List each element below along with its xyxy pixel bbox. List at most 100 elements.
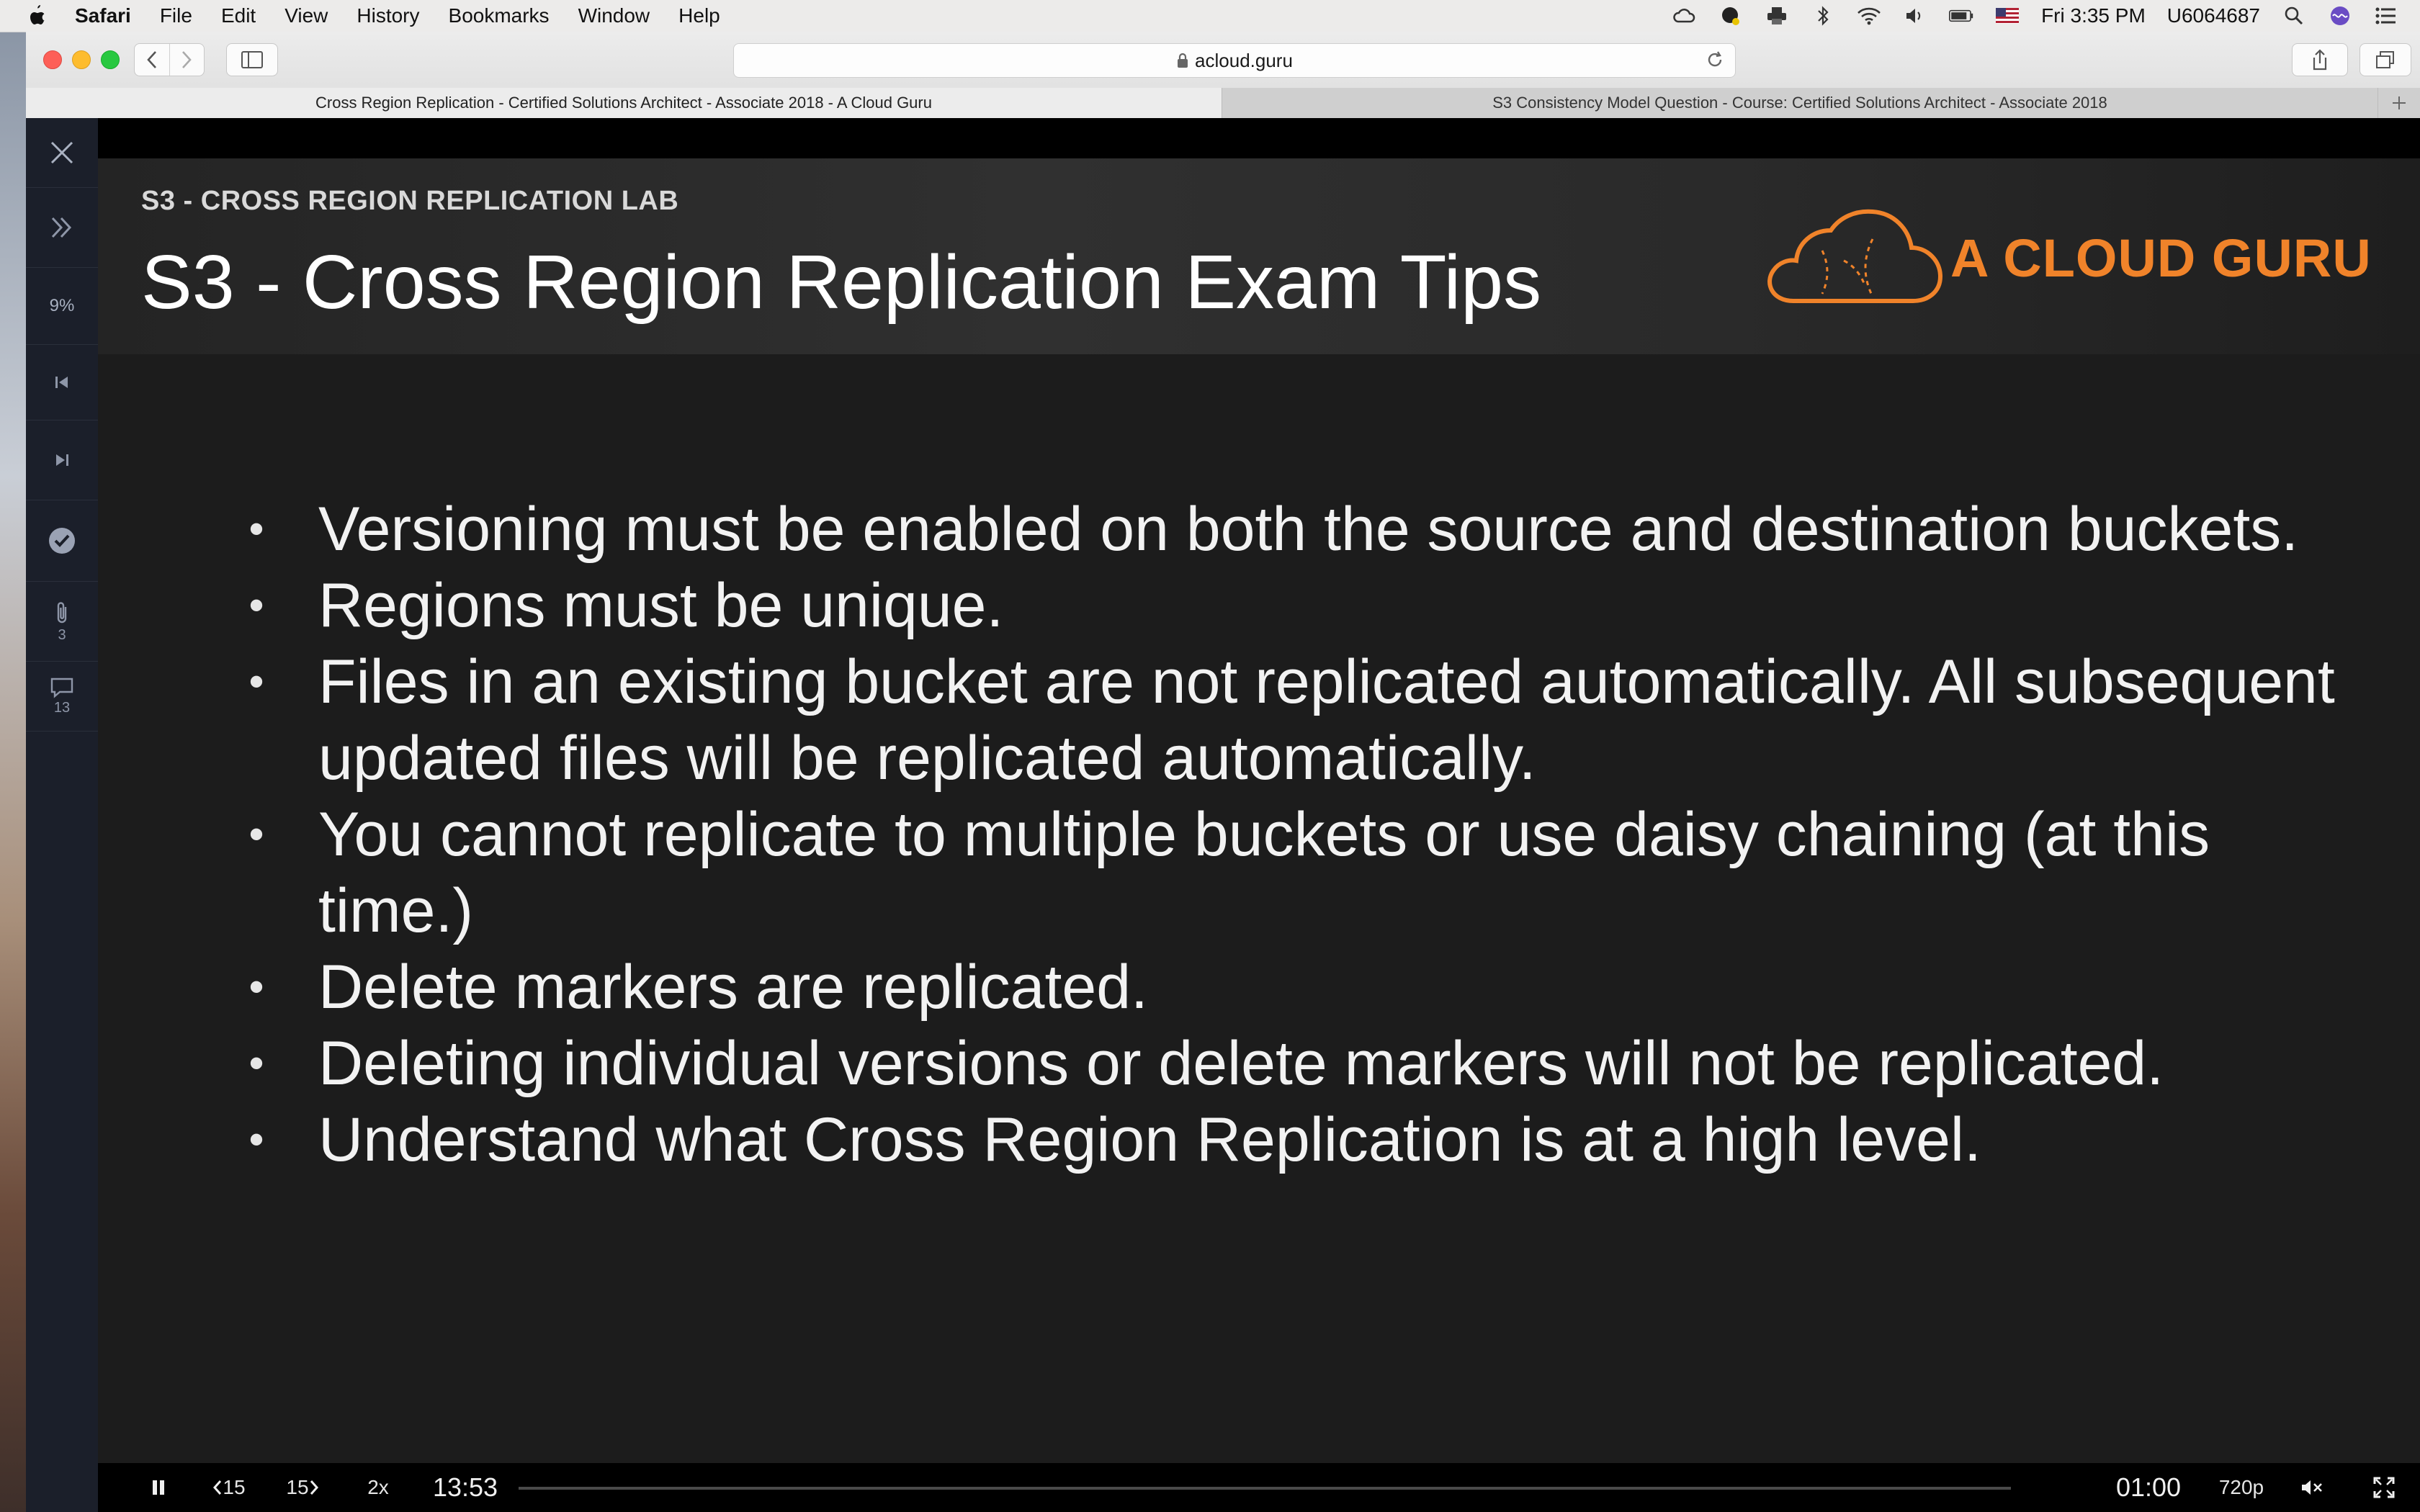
menu-help[interactable]: Help	[678, 4, 720, 27]
seek-bar[interactable]	[519, 1487, 2011, 1490]
menu-app-name[interactable]: Safari	[75, 4, 131, 27]
bullet-dot: •	[248, 1039, 264, 1087]
back-button[interactable]	[135, 44, 169, 76]
slide-header: S3 - CROSS REGION REPLICATION LAB S3 - C…	[98, 158, 2420, 354]
printer-icon[interactable]	[1765, 5, 1789, 27]
menu-view[interactable]: View	[284, 4, 328, 27]
close-icon	[50, 141, 73, 164]
desktop-wallpaper	[0, 32, 26, 1512]
pause-icon	[153, 1480, 164, 1495]
wifi-icon[interactable]	[1857, 5, 1881, 27]
expand-sidebar-button[interactable]	[26, 188, 98, 268]
course-progress: 9%	[26, 268, 98, 345]
browser-toolbar: acloud.guru Cross Region Replication - C…	[26, 32, 2420, 119]
tabs-overview-icon	[2376, 51, 2394, 68]
fullscreen-button[interactable]	[2367, 1463, 2401, 1512]
attachments-button[interactable]: 3	[26, 582, 98, 662]
bullet-dot: •	[248, 963, 264, 1011]
menu-history[interactable]: History	[357, 4, 419, 27]
quality-label: 720p	[2218, 1476, 2264, 1498]
menu-file[interactable]: File	[160, 4, 192, 27]
window-minimize-button[interactable]	[72, 50, 91, 69]
menu-bookmarks[interactable]: Bookmarks	[449, 4, 550, 27]
tip-item: • Delete markers are replicated.	[235, 949, 2367, 1025]
playback-speed-button[interactable]: 2x	[360, 1463, 396, 1512]
battery-icon[interactable]	[1949, 5, 1973, 27]
evernote-icon[interactable]	[1718, 5, 1743, 27]
slide-kicker: S3 - CROSS REGION REPLICATION LAB	[141, 186, 679, 216]
browser-window: acloud.guru Cross Region Replication - C…	[26, 32, 2420, 1512]
tip-item: • Files in an existing bucket are not rep…	[235, 644, 2367, 796]
tab-cross-region-replication[interactable]: Cross Region Replication - Certified Sol…	[26, 88, 1222, 118]
attachments-count: 3	[58, 626, 66, 643]
bullet-dot: •	[248, 810, 264, 858]
us-flag-icon[interactable]	[1995, 5, 2020, 27]
skip-next-icon	[56, 454, 68, 466]
plus-icon	[2393, 96, 2406, 109]
forward-label: 15	[286, 1476, 309, 1498]
bluetooth-icon[interactable]	[1811, 5, 1835, 27]
double-chevron-right-icon	[51, 217, 72, 238]
tip-item: • Understand what Cross Region Replicatio…	[235, 1102, 2367, 1178]
quality-button[interactable]: 720p	[2213, 1463, 2270, 1512]
notification-center-icon[interactable]	[2374, 5, 2398, 27]
close-player-button[interactable]	[26, 118, 98, 188]
skip-previous-icon	[55, 377, 68, 388]
tip-text: Regions must be unique.	[318, 571, 1004, 640]
menubar-user[interactable]: U6064687	[2167, 4, 2260, 27]
remaining-time-text: 13:53	[432, 1472, 498, 1502]
previous-lesson-button[interactable]	[26, 345, 98, 420]
mute-button[interactable]	[2296, 1463, 2328, 1512]
paperclip-icon	[57, 601, 67, 623]
spotlight-search-icon[interactable]	[2282, 5, 2306, 27]
chevron-right-icon	[310, 1480, 318, 1495]
tip-text: You cannot replicate to multiple buckets…	[318, 800, 2210, 945]
course-progress-percent: 9%	[49, 296, 75, 315]
tip-text: Delete markers are replicated.	[318, 953, 1148, 1022]
remaining-time: 13:53	[429, 1463, 501, 1512]
menu-window[interactable]: Window	[578, 4, 650, 27]
show-all-tabs-button[interactable]	[2360, 43, 2411, 76]
tab-label: S3 Consistency Model Question - Course: …	[1492, 94, 2107, 112]
tip-text: Files in an existing bucket are not repl…	[318, 647, 2335, 793]
forward-15-button[interactable]: 15	[281, 1463, 324, 1512]
show-sidebar-button[interactable]	[226, 43, 278, 76]
slide-title: S3 - Cross Region Replication Exam Tips	[141, 240, 1542, 325]
tip-text: Deleting individual versions or delete m…	[318, 1029, 2164, 1098]
next-lesson-button[interactable]	[26, 420, 98, 500]
window-zoom-button[interactable]	[101, 50, 120, 69]
share-button[interactable]	[2292, 43, 2348, 76]
menu-edit[interactable]: Edit	[221, 4, 256, 27]
address-bar[interactable]: acloud.guru	[733, 43, 1736, 78]
video-player[interactable]: S3 - CROSS REGION REPLICATION LAB S3 - C…	[98, 118, 2420, 1512]
player-controls: 15 15 2x 13:53 01:00 720p	[98, 1463, 2420, 1512]
tip-item: • You cannot replicate to multiple bucket…	[235, 796, 2367, 949]
rewind-15-button[interactable]: 15	[207, 1463, 251, 1512]
tip-item: • Deleting individual versions or delete …	[235, 1025, 2367, 1102]
siri-icon[interactable]	[2328, 5, 2352, 27]
check-circle-icon	[49, 528, 75, 554]
mark-complete-button[interactable]	[26, 500, 98, 582]
window-close-button[interactable]	[43, 50, 62, 69]
tips-list: • Versioning must be enabled on both the …	[235, 491, 2367, 1178]
chevron-left-icon	[213, 1480, 222, 1495]
bullet-dot: •	[248, 581, 264, 629]
playback-speed: 2x	[367, 1476, 389, 1498]
bullet-dot: •	[248, 505, 264, 553]
comments-button[interactable]: 13	[26, 662, 98, 732]
elapsed-time: 01:00	[2109, 1463, 2188, 1512]
new-tab-button[interactable]	[2378, 88, 2420, 118]
forward-button[interactable]	[169, 44, 205, 76]
pause-button[interactable]	[143, 1463, 174, 1512]
tab-bar: Cross Region Replication - Certified Sol…	[26, 88, 2420, 118]
tab-s3-consistency-model[interactable]: S3 Consistency Model Question - Course: …	[1222, 88, 2378, 118]
reload-icon[interactable]	[1705, 50, 1725, 70]
menubar-clock[interactable]: Fri 3:35 PM	[2041, 4, 2146, 27]
apple-icon[interactable]	[26, 4, 48, 28]
tip-text: Versioning must be enabled on both the s…	[318, 495, 2299, 564]
volume-icon[interactable]	[1903, 5, 1927, 27]
chevron-right-icon	[182, 51, 192, 68]
lesson-slide: S3 - CROSS REGION REPLICATION LAB S3 - C…	[98, 158, 2420, 1463]
creative-cloud-icon[interactable]	[1672, 5, 1697, 27]
volume-muted-icon	[2302, 1480, 2322, 1495]
